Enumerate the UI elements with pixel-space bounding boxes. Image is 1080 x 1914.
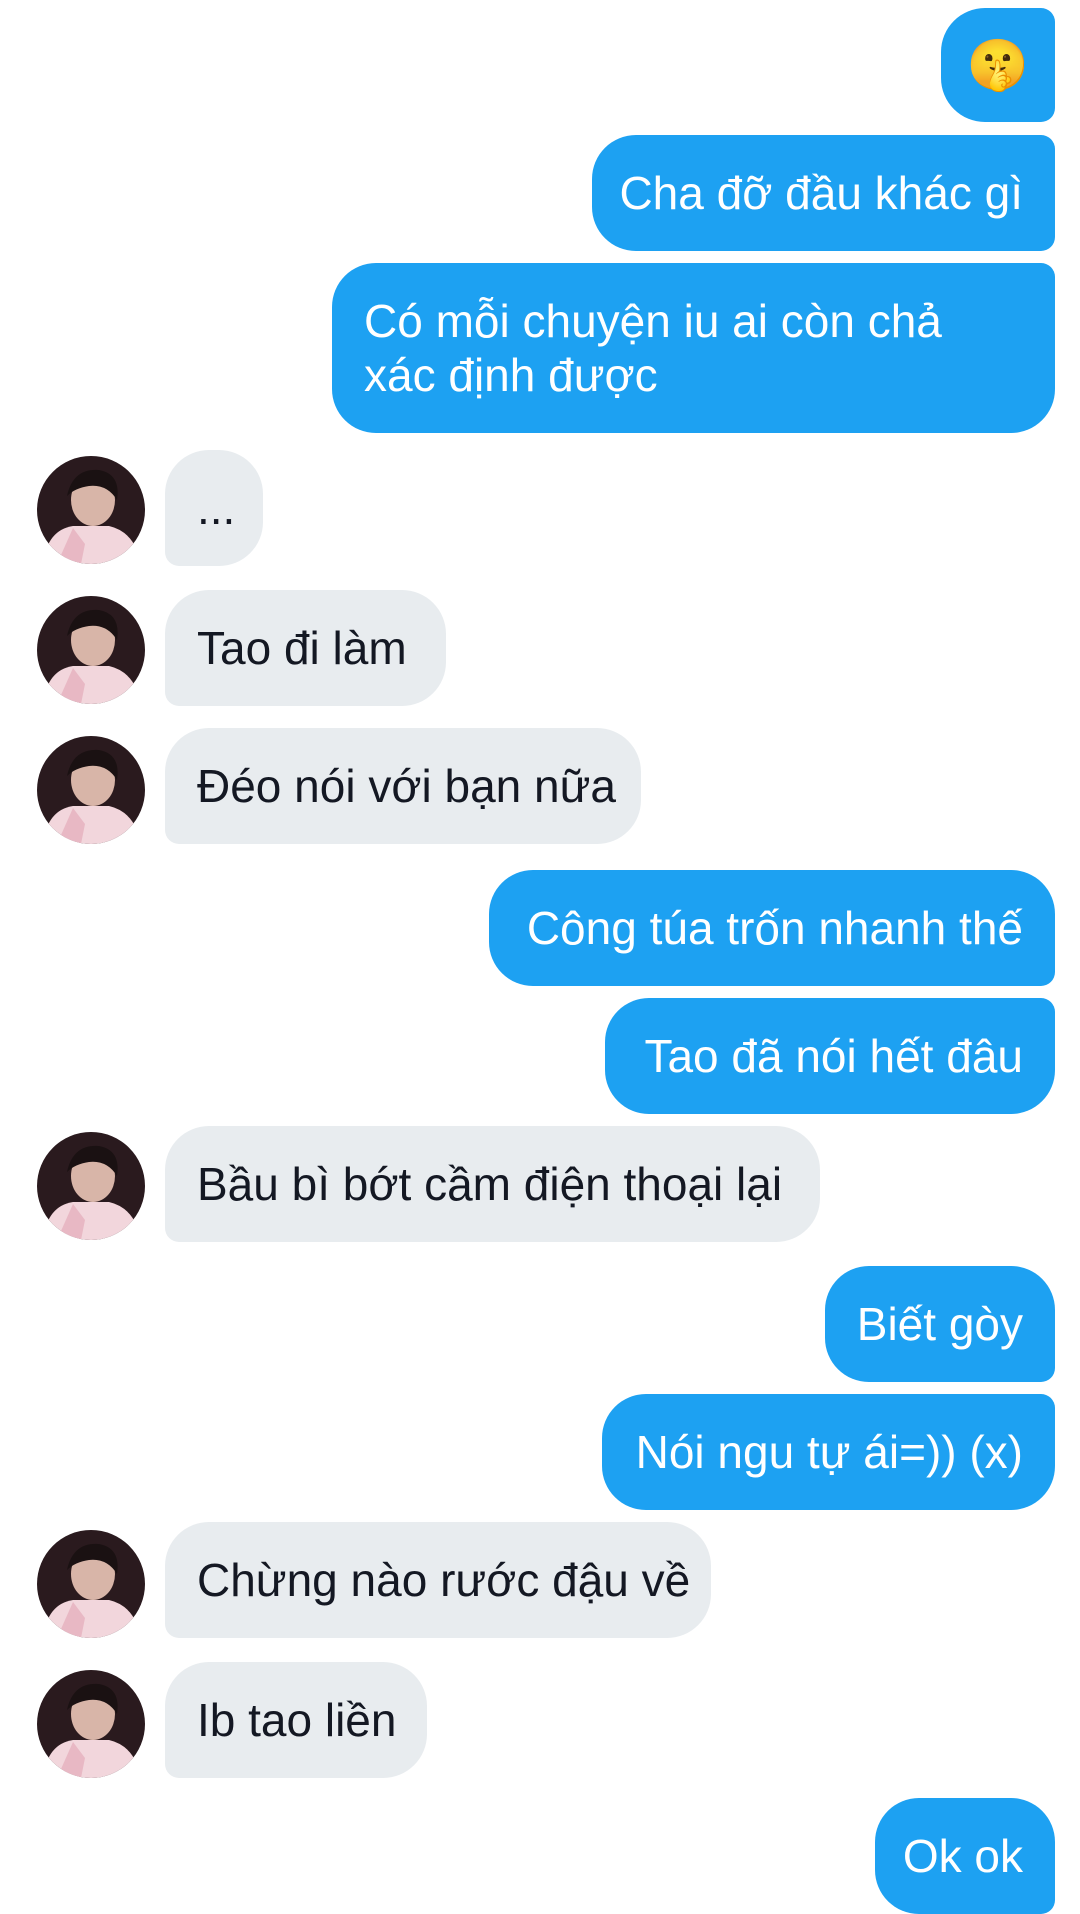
message-bubble-sent[interactable]: Nói ngu tự ái=)) (x): [602, 1394, 1055, 1510]
avatar[interactable]: [37, 1132, 145, 1240]
contact-avatar-icon: [37, 1530, 145, 1638]
message-bubble-sent[interactable]: Công túa trốn nhanh thế: [489, 870, 1055, 986]
message-bubble-sent[interactable]: Biết gòy: [825, 1266, 1055, 1382]
message-text: Đéo nói với bạn nữa: [197, 760, 616, 812]
message-text: Có mỗi chuyện iu ai còn chả xác định đượ…: [364, 295, 942, 401]
message-text: Công túa trốn nhanh thế: [526, 902, 1023, 954]
message-text: Tao đã nói hết đâu: [644, 1030, 1023, 1082]
avatar[interactable]: [37, 1530, 145, 1638]
message-text: Biết gòy: [856, 1298, 1023, 1350]
message-bubble-sent[interactable]: Ok ok: [875, 1798, 1055, 1914]
message-text: Nói ngu tự ái=)) (x): [635, 1426, 1023, 1478]
message-bubble-sent[interactable]: Tao đã nói hết đâu: [605, 998, 1055, 1114]
avatar[interactable]: [37, 596, 145, 704]
message-text: Tao đi làm: [197, 622, 407, 674]
message-text: Chừng nào rước đậu về: [197, 1554, 691, 1606]
avatar[interactable]: [37, 456, 145, 564]
message-bubble-sent[interactable]: 🤫: [941, 8, 1055, 122]
message-bubble-received[interactable]: Ib tao liền: [165, 1662, 427, 1778]
message-text: Ib tao liền: [197, 1694, 397, 1746]
message-bubble-received[interactable]: Chừng nào rước đậu về: [165, 1522, 711, 1638]
message-bubble-sent[interactable]: Cha đỡ đầu khác gì: [592, 135, 1055, 251]
message-bubble-received[interactable]: Đéo nói với bạn nữa: [165, 728, 641, 844]
message-text: Ok ok: [902, 1830, 1023, 1882]
message-bubble-received[interactable]: Bầu bì bớt cầm điện thoại lại: [165, 1126, 820, 1242]
contact-avatar-icon: [37, 456, 145, 564]
contact-avatar-icon: [37, 736, 145, 844]
message-text: Cha đỡ đầu khác gì: [619, 167, 1023, 219]
message-bubble-sent[interactable]: Có mỗi chuyện iu ai còn chả xác định đượ…: [332, 263, 1055, 433]
avatar[interactable]: [37, 1670, 145, 1778]
shushing-face-emoji: 🤫: [966, 37, 1030, 93]
message-bubble-received[interactable]: Tao đi làm: [165, 590, 446, 706]
contact-avatar-icon: [37, 1132, 145, 1240]
contact-avatar-icon: [37, 596, 145, 704]
message-text: Bầu bì bớt cầm điện thoại lại: [197, 1158, 783, 1210]
message-bubble-received[interactable]: ...: [165, 450, 263, 566]
avatar[interactable]: [37, 736, 145, 844]
message-text: ...: [197, 482, 236, 534]
contact-avatar-icon: [37, 1670, 145, 1778]
